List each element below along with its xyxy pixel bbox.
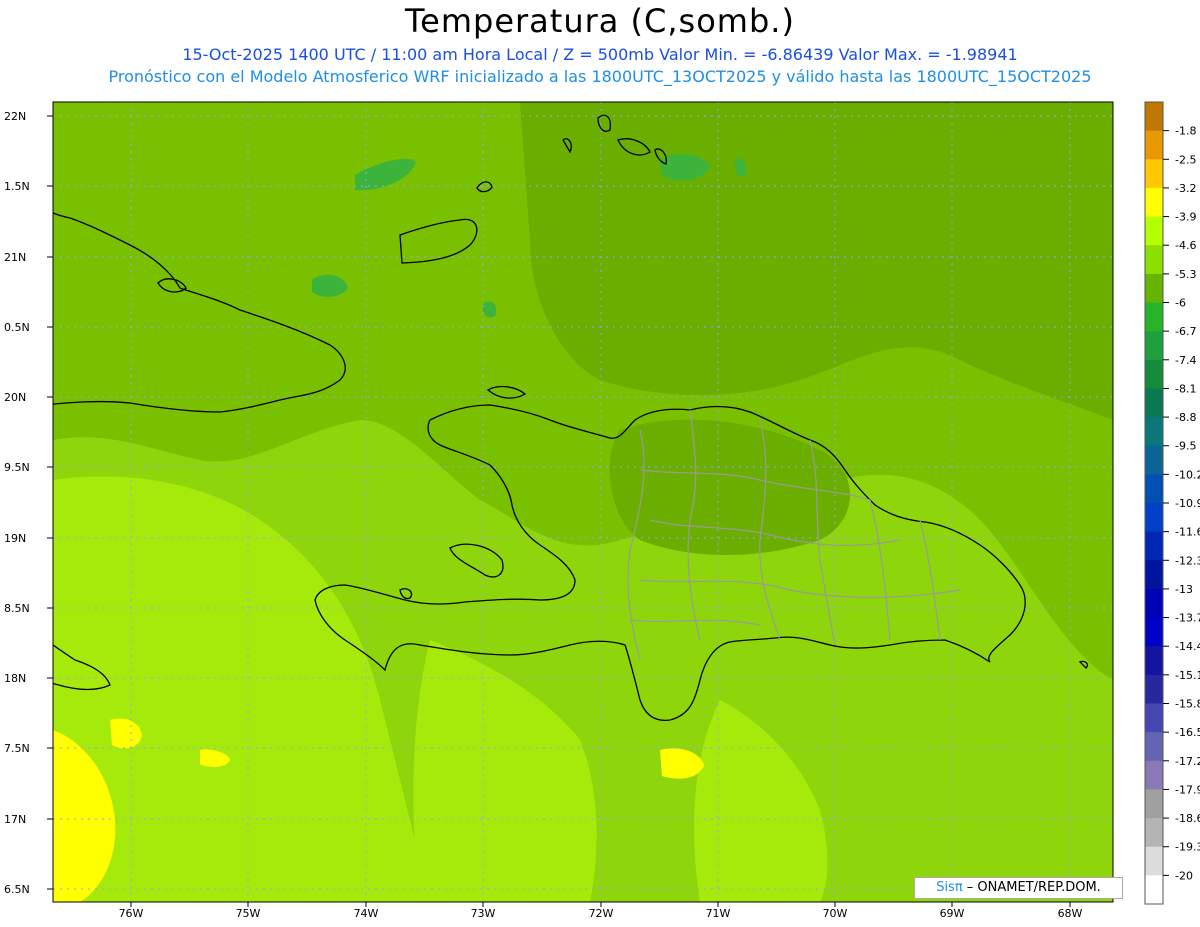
- colorbar-swatch: [1145, 617, 1163, 647]
- colorbar-swatch: [1145, 216, 1163, 246]
- credit-text: – ONAMET/REP.DOM.: [962, 880, 1101, 895]
- colorbar-label: -13.7: [1175, 612, 1200, 625]
- lon-tick-label: 75W: [236, 907, 261, 920]
- colorbar: -1.8 -2.5 -3.2 -3.9 -4.6 -5.3 -6 -6.7 -7.4 -8.1 -8…: [1144, 101, 1200, 905]
- colorbar-swatch: [1145, 359, 1163, 389]
- latitude-axis: 22N 1.5N 21N 0.5N 20N 9.5N 19N 8.5N 18N …: [4, 110, 53, 896]
- lat-tick-label: 8.5N: [4, 602, 30, 615]
- colorbar-label: -10.2: [1175, 468, 1200, 481]
- colorbar-label: -1.8: [1175, 125, 1196, 138]
- colorbar-swatch: [1145, 245, 1163, 275]
- colorbar-swatch: [1145, 531, 1163, 561]
- colorbar-label: -8.1: [1175, 382, 1196, 395]
- colorbar-swatch: [1145, 760, 1163, 790]
- colorbar-label: -4.6: [1175, 239, 1196, 252]
- colorbar-swatch: [1145, 818, 1163, 848]
- lat-tick-label: 17N: [4, 813, 26, 826]
- lon-tick-label: 74W: [354, 907, 379, 920]
- colorbar-label: -14.4: [1175, 640, 1200, 653]
- lon-tick-label: 71W: [706, 907, 731, 920]
- colorbar-swatch: [1145, 417, 1163, 447]
- colorbar-swatch: [1145, 588, 1163, 619]
- lon-tick-label: 76W: [119, 907, 144, 920]
- colorbar-swatch: [1145, 703, 1163, 733]
- colorbar-label: -17.2: [1175, 755, 1200, 768]
- colorbar-label: -17.9: [1175, 783, 1200, 796]
- colorbar-swatch: [1145, 445, 1163, 475]
- lat-tick-label: 0.5N: [4, 321, 30, 334]
- colorbar-label: -12.3: [1175, 554, 1200, 567]
- colorbar-swatch: [1145, 388, 1163, 418]
- colorbar-swatch: [1145, 646, 1163, 676]
- colorbar-swatch: [1145, 102, 1163, 132]
- colorbar-swatch: [1145, 846, 1163, 876]
- lon-tick-label: 70W: [823, 907, 848, 920]
- colorbar-label: -3.9: [1175, 211, 1196, 224]
- colorbar-label: -9.5: [1175, 440, 1196, 453]
- lat-tick-label: 19N: [4, 532, 26, 545]
- temperature-map: 22N 1.5N 21N 0.5N 20N 9.5N 19N 8.5N 18N …: [4, 101, 1200, 920]
- colorbar-swatch: [1145, 331, 1163, 361]
- colorbar-label: -10.9: [1175, 497, 1200, 510]
- lon-tick-label: 68W: [1058, 907, 1083, 920]
- colorbar-label: -3.2: [1175, 182, 1196, 195]
- lat-tick-label: 1.5N: [4, 180, 30, 193]
- colorbar-label: -15.8: [1175, 698, 1200, 711]
- colorbar-label: -11.6: [1175, 526, 1200, 539]
- colorbar-swatch: [1145, 503, 1163, 533]
- lat-tick-label: 9.5N: [4, 461, 30, 474]
- colorbar-label: -13: [1175, 583, 1193, 596]
- longitude-axis: 76W 75W 74W 73W 72W 71W 70W 69W 68W: [119, 902, 1083, 920]
- colorbar-swatch: [1145, 732, 1163, 762]
- lat-tick-label: 6.5N: [4, 883, 30, 896]
- colorbar-label: -7.4: [1175, 354, 1196, 367]
- colorbar-label: -8.8: [1175, 411, 1196, 424]
- lon-tick-label: 69W: [940, 907, 965, 920]
- lat-tick-label: 21N: [4, 251, 26, 264]
- colorbar-label: -20: [1175, 869, 1193, 882]
- colorbar-swatch: [1145, 273, 1163, 303]
- colorbar-label: -19.3: [1175, 841, 1200, 854]
- colorbar-label: -5.3: [1175, 268, 1196, 281]
- lat-tick-label: 22N: [4, 110, 26, 123]
- colorbar-label: -6.7: [1175, 325, 1196, 338]
- lon-tick-label: 73W: [471, 907, 496, 920]
- colorbar-swatch: [1145, 130, 1163, 160]
- lat-tick-label: 7.5N: [4, 742, 30, 755]
- lat-tick-label: 20N: [4, 391, 26, 404]
- colorbar-label: -18.6: [1175, 812, 1200, 825]
- temperature-field: [53, 102, 1113, 902]
- sispi-logo-text: Sisπ: [936, 880, 963, 895]
- colorbar-label: -6: [1175, 297, 1186, 310]
- colorbar-swatch: [1145, 474, 1163, 504]
- lon-tick-label: 72W: [589, 907, 614, 920]
- colorbar-label: -2.5: [1175, 153, 1196, 166]
- colorbar-swatch: [1145, 560, 1163, 590]
- credit-box: Sisπ – ONAMET/REP.DOM.: [914, 877, 1123, 899]
- colorbar-swatch: [1145, 875, 1163, 905]
- colorbar-swatch: [1145, 159, 1163, 189]
- colorbar-swatch: [1145, 187, 1163, 218]
- colorbar-swatch: [1145, 789, 1163, 819]
- colorbar-label: -16.5: [1175, 726, 1200, 739]
- colorbar-label: -15.1: [1175, 669, 1200, 682]
- lat-tick-label: 18N: [4, 672, 26, 685]
- colorbar-swatch: [1145, 302, 1163, 332]
- colorbar-swatch: [1145, 674, 1163, 704]
